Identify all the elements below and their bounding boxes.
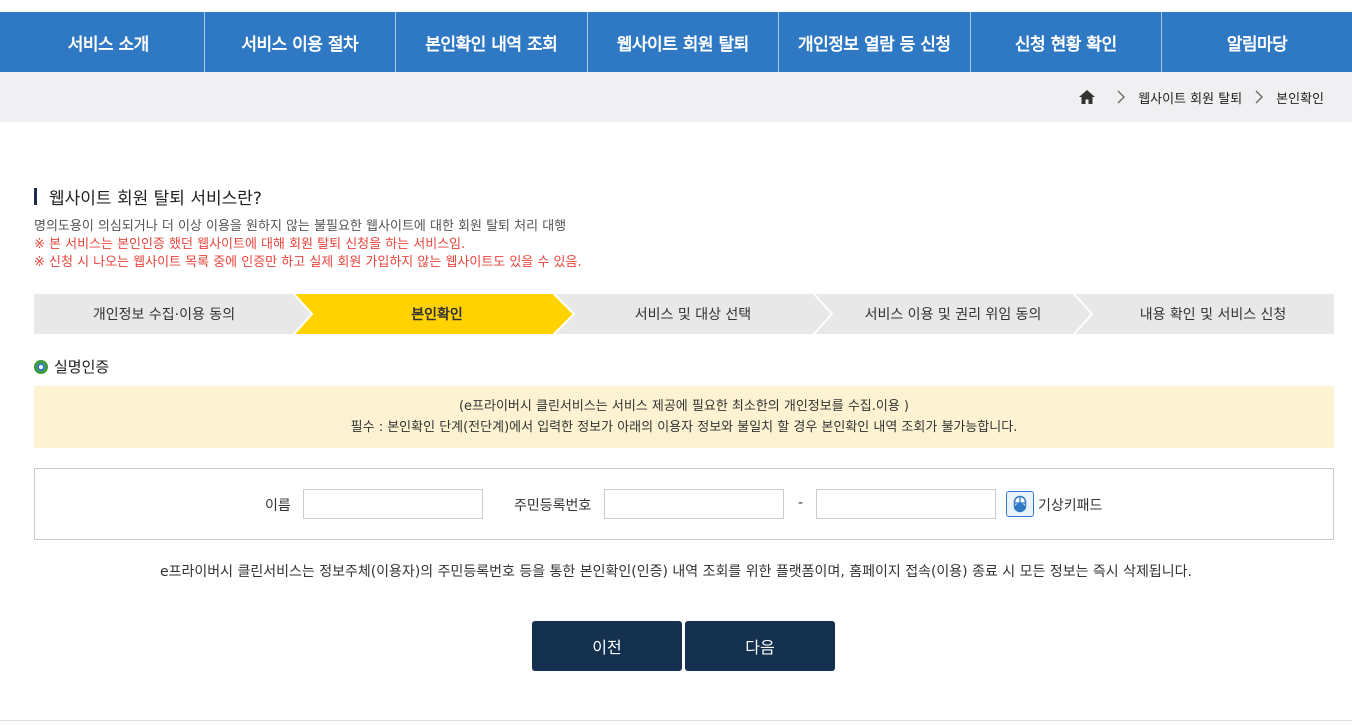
virtual-keypad-button[interactable]	[1006, 491, 1034, 517]
verification-heading: 실명인증	[34, 356, 109, 377]
warning-text-2: ※ 신청 시 나오는 웹사이트 목록 중에 인증만 하고 실제 회원 가입하지 …	[34, 255, 582, 270]
progress-steps: 개인정보 수집·이용 동의 본인확인 서비스 및 대상 선택 서비스 이용 및 …	[34, 294, 1334, 334]
rrn-back-input[interactable]	[816, 489, 996, 519]
home-icon[interactable]	[1078, 88, 1096, 106]
warning-text-1: ※ 본 서비스는 본인인증 했던 웹사이트에 대해 회원 탈퇴 신청을 하는 서…	[34, 237, 466, 252]
radio-bullet-icon	[34, 359, 48, 374]
name-input[interactable]	[303, 489, 483, 519]
nav-service-intro[interactable]: 서비스 소개	[13, 12, 205, 72]
rrn-label: 주민등록번호	[514, 498, 592, 514]
breadcrumb: 웹사이트 회원 탈퇴 본인확인	[0, 72, 1352, 122]
verification-title: 실명인증	[54, 358, 110, 376]
step-confirm-apply: 내용 확인 및 서비스 신청	[1139, 307, 1287, 323]
nav-identity-history[interactable]: 본인확인 내역 조회	[396, 12, 588, 72]
next-button[interactable]: 다음	[685, 621, 835, 671]
verification-form: 이름 주민등록번호 - 기상키패드	[34, 468, 1334, 540]
nav-service-procedure[interactable]: 서비스 이용 절차	[205, 12, 396, 72]
virtual-keypad-label[interactable]: 기상키패드	[1038, 495, 1102, 515]
nav-website-withdrawal[interactable]: 웹사이트 회원 탈퇴	[588, 12, 779, 72]
section-title-text: 웹사이트 회원 탈퇴 서비스란?	[49, 189, 262, 209]
notice-line-2: 필수 : 본인확인 단계(전단계)에서 입력한 정보가 아래의 이용자 정보와 …	[350, 420, 1018, 435]
breadcrumb-item-current: 본인확인	[1276, 91, 1324, 107]
nav-notice-board[interactable]: 알림마당	[1162, 12, 1352, 72]
rrn-dash: -	[798, 495, 804, 511]
form-row: 이름 주민등록번호 - 기상키패드	[35, 489, 1333, 519]
chevron-right-icon	[1117, 90, 1126, 104]
description-text: 명의도용이 의심되거나 더 이상 이용을 원하지 않는 불필요한 웹사이트에 대…	[34, 219, 567, 234]
notice-box: (e프라이버시 클린서비스는 서비스 제공에 필요한 최소한의 개인정보를 수집…	[34, 386, 1334, 448]
title-bar-decoration	[34, 188, 37, 205]
breadcrumb-item-withdrawal[interactable]: 웹사이트 회원 탈퇴	[1138, 88, 1242, 107]
step-service-selection: 서비스 및 대상 선택	[634, 307, 752, 323]
chevron-right-icon	[1255, 90, 1264, 104]
step-identity-verification: 본인확인	[411, 307, 463, 323]
bottom-divider	[0, 720, 1352, 721]
name-label: 이름	[265, 498, 291, 514]
step-delegation-consent: 서비스 이용 및 권리 위임 동의	[864, 307, 1042, 323]
rrn-front-input[interactable]	[604, 489, 784, 519]
nav-request-status[interactable]: 신청 현황 확인	[971, 12, 1162, 72]
section-description: 명의도용이 의심되거나 더 이상 이용을 원하지 않는 불필요한 웹사이트에 대…	[34, 218, 582, 272]
top-navigation: 서비스 소개 서비스 이용 절차 본인확인 내역 조회 웹사이트 회원 탈퇴 개…	[0, 0, 1352, 72]
nav-privacy-request[interactable]: 개인정보 열람 등 신청	[779, 12, 971, 72]
section-title: 웹사이트 회원 탈퇴 서비스란?	[34, 184, 262, 209]
mouse-icon	[1013, 495, 1027, 513]
step-consent: 개인정보 수집·이용 동의	[92, 307, 236, 323]
notice-line-1: (e프라이버시 클린서비스는 서비스 제공에 필요한 최소한의 개인정보를 수집…	[458, 399, 909, 414]
privacy-footer-note: e프라이버시 클린서비스는 정보주체(이용자)의 주민등록번호 등을 통한 본인…	[160, 564, 1192, 580]
prev-button[interactable]: 이전	[532, 621, 682, 671]
